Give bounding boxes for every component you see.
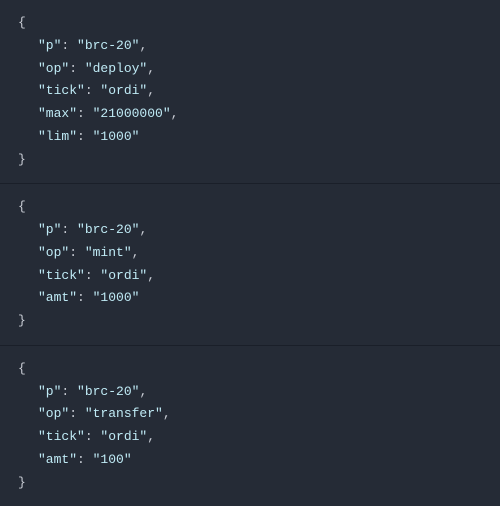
json-key: "p" <box>38 222 61 237</box>
comma-separator: , <box>163 406 171 421</box>
json-value: "transfer" <box>85 406 163 421</box>
close-brace: } <box>18 472 482 495</box>
json-value: "brc-20" <box>77 384 139 399</box>
colon-separator: : <box>85 83 101 98</box>
json-entry: "tick": "ordi", <box>18 80 482 103</box>
colon-separator: : <box>77 106 93 121</box>
open-brace: { <box>18 12 482 35</box>
json-key: "amt" <box>38 290 77 305</box>
colon-separator: : <box>85 429 101 444</box>
json-entry: "amt": "1000" <box>18 287 482 310</box>
json-key: "p" <box>38 384 61 399</box>
code-container: {"p": "brc-20","op": "deploy","tick": "o… <box>0 0 500 506</box>
json-key: "p" <box>38 38 61 53</box>
comma-separator: , <box>147 429 155 444</box>
json-key: "tick" <box>38 268 85 283</box>
json-block: {"p": "brc-20","op": "transfer","tick": … <box>0 346 500 506</box>
json-entry: "op": "transfer", <box>18 403 482 426</box>
colon-separator: : <box>69 61 85 76</box>
colon-separator: : <box>85 268 101 283</box>
json-entry: "max": "21000000", <box>18 103 482 126</box>
json-value: "100" <box>93 452 132 467</box>
comma-separator: , <box>147 268 155 283</box>
comma-separator: , <box>139 38 147 53</box>
json-entry: "p": "brc-20", <box>18 381 482 404</box>
json-entry: "p": "brc-20", <box>18 35 482 58</box>
open-brace: { <box>18 196 482 219</box>
json-key: "amt" <box>38 452 77 467</box>
json-entry: "amt": "100" <box>18 449 482 472</box>
comma-separator: , <box>139 222 147 237</box>
colon-separator: : <box>61 222 77 237</box>
json-entry: "op": "deploy", <box>18 58 482 81</box>
json-value: "21000000" <box>93 106 171 121</box>
json-block: {"p": "brc-20","op": "deploy","tick": "o… <box>0 0 500 184</box>
close-brace: } <box>18 310 482 333</box>
json-value: "1000" <box>93 290 140 305</box>
json-key: "tick" <box>38 429 85 444</box>
colon-separator: : <box>69 245 85 260</box>
colon-separator: : <box>77 290 93 305</box>
json-value: "deploy" <box>85 61 147 76</box>
json-block: {"p": "brc-20","op": "mint","tick": "ord… <box>0 184 500 346</box>
colon-separator: : <box>61 38 77 53</box>
json-value: "brc-20" <box>77 222 139 237</box>
json-value: "ordi" <box>100 429 147 444</box>
json-entry: "tick": "ordi", <box>18 265 482 288</box>
colon-separator: : <box>77 129 93 144</box>
json-entry: "lim": "1000" <box>18 126 482 149</box>
open-brace: { <box>18 358 482 381</box>
colon-separator: : <box>77 452 93 467</box>
json-entry: "p": "brc-20", <box>18 219 482 242</box>
json-value: "mint" <box>85 245 132 260</box>
colon-separator: : <box>61 384 77 399</box>
json-value: "ordi" <box>100 83 147 98</box>
comma-separator: , <box>171 106 179 121</box>
json-key: "tick" <box>38 83 85 98</box>
comma-separator: , <box>147 83 155 98</box>
json-value: "1000" <box>93 129 140 144</box>
json-entry: "op": "mint", <box>18 242 482 265</box>
json-value: "ordi" <box>100 268 147 283</box>
json-key: "lim" <box>38 129 77 144</box>
json-key: "op" <box>38 245 69 260</box>
comma-separator: , <box>132 245 140 260</box>
json-entry: "tick": "ordi", <box>18 426 482 449</box>
comma-separator: , <box>139 384 147 399</box>
json-value: "brc-20" <box>77 38 139 53</box>
colon-separator: : <box>69 406 85 421</box>
close-brace: } <box>18 149 482 172</box>
json-key: "max" <box>38 106 77 121</box>
json-key: "op" <box>38 61 69 76</box>
json-key: "op" <box>38 406 69 421</box>
comma-separator: , <box>147 61 155 76</box>
